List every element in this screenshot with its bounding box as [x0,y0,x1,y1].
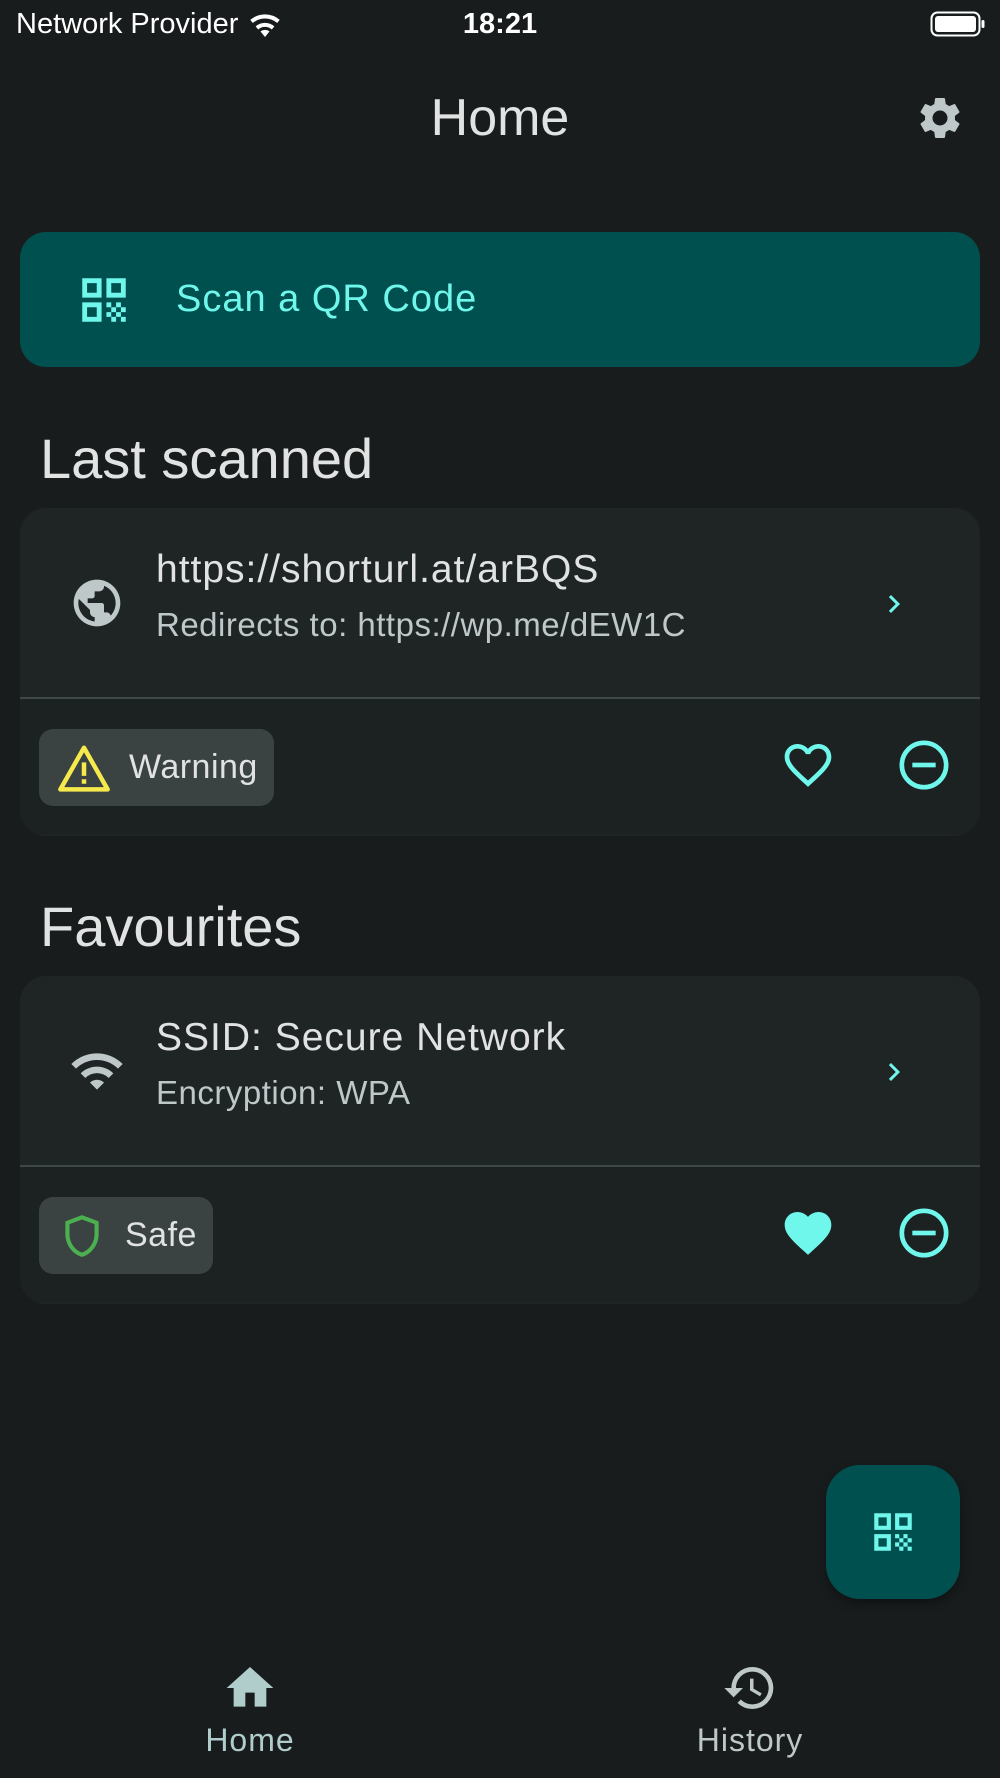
remove-circle-icon [899,740,949,790]
globe-icon [62,568,132,638]
favourite-item[interactable]: SSID: Secure Network Encryption: WPA [20,976,980,1167]
nav-label-history: History [696,1722,804,1758]
last-scanned-subtitle: Redirects to: https://wp.me/dEW1C [156,606,687,643]
favourites-card: SSID: Secure Network Encryption: WPA Saf… [20,976,980,1304]
status-time: 18:21 [462,8,538,40]
heart-outline-icon [784,744,832,787]
last-scanned-heading: Last scanned [40,427,374,490]
last-scanned-title: https://shorturl.at/arBQS [156,548,600,591]
shield-icon [65,1214,99,1257]
nav-label-home: Home [205,1722,295,1758]
status-badge-warning: Warning [39,729,274,806]
last-scanned-card: https://shorturl.at/arBQS Redirects to: … [20,508,980,836]
last-scanned-item[interactable]: https://shorturl.at/arBQS Redirects to: … [20,508,980,699]
heart-filled-icon [784,1212,832,1255]
warning-triangle-icon [58,745,110,792]
status-bar: Network Provider 18:21 [0,0,1000,50]
favourite-button[interactable] [780,737,836,793]
favourite-title: SSID: Secure Network [156,1016,567,1059]
battery-icon [930,11,985,37]
wifi-icon [62,1036,132,1106]
settings-button[interactable] [912,90,968,146]
scan-qr-label: Scan a QR Code [176,278,478,320]
history-icon [724,1667,774,1709]
status-badge-safe: Safe [39,1197,213,1274]
chevron-right-icon [888,595,900,613]
favourite-actions: Safe [20,1167,980,1302]
scan-qr-button[interactable]: Scan a QR Code [20,232,980,367]
qr-code-icon [82,277,126,322]
last-scanned-actions: Warning [20,699,980,834]
gear-icon [920,97,960,138]
app-bar: Home [0,80,1000,156]
bottom-nav: Home History [0,1640,1000,1778]
qr-code-icon [874,1513,912,1551]
chevron-right-icon [888,1063,900,1081]
status-badge-label: Warning [129,748,258,786]
remove-circle-icon [899,1208,949,1258]
home-icon [226,1667,274,1707]
page-title: Home [430,89,570,147]
remove-button[interactable] [896,737,952,793]
nav-item-home[interactable]: Home [0,1640,500,1778]
nav-item-history[interactable]: History [500,1640,1000,1778]
favourite-button[interactable] [780,1205,836,1261]
status-badge-label: Safe [125,1216,197,1254]
scan-fab[interactable] [826,1465,960,1599]
favourite-subtitle: Encryption: WPA [156,1074,411,1111]
favourites-heading: Favourites [40,895,302,958]
remove-button[interactable] [896,1205,952,1261]
